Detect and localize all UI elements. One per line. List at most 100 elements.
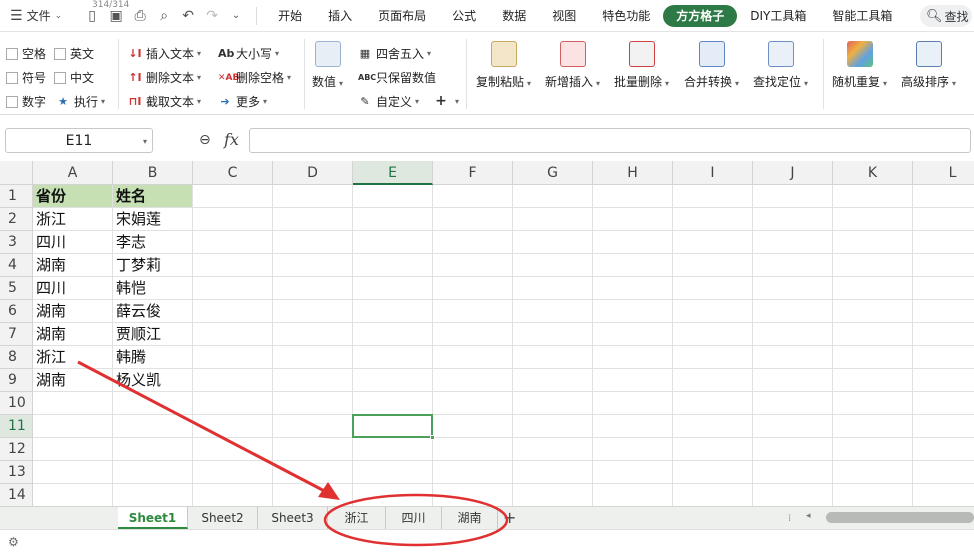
cell-l6[interactable] xyxy=(913,300,974,323)
cell-i3[interactable] xyxy=(673,231,753,254)
cell-h5[interactable] xyxy=(593,277,673,300)
cell-k9[interactable] xyxy=(833,369,913,392)
cell-c6[interactable] xyxy=(193,300,273,323)
cell-e6[interactable] xyxy=(353,300,433,323)
column-header-b[interactable]: B xyxy=(113,161,193,185)
cell-a9[interactable]: 湖南 xyxy=(33,369,113,392)
cell-b10[interactable] xyxy=(113,392,193,415)
cell-l11[interactable] xyxy=(913,415,974,438)
cell-f8[interactable] xyxy=(433,346,513,369)
cell-j3[interactable] xyxy=(753,231,833,254)
cell-h3[interactable] xyxy=(593,231,673,254)
cell-e7[interactable] xyxy=(353,323,433,346)
cell-f13[interactable] xyxy=(433,461,513,484)
cell-k11[interactable] xyxy=(833,415,913,438)
cell-e5[interactable] xyxy=(353,277,433,300)
cell-c3[interactable] xyxy=(193,231,273,254)
sheet-tab-6[interactable]: 湖南 xyxy=(442,507,498,529)
cell-c8[interactable] xyxy=(193,346,273,369)
cell-d3[interactable] xyxy=(273,231,353,254)
cell-l12[interactable] xyxy=(913,438,974,461)
cell-i5[interactable] xyxy=(673,277,753,300)
row-header-14[interactable]: 14 xyxy=(0,484,33,506)
execute-button[interactable]: ★ 执行 ▾ xyxy=(56,93,105,110)
round-button[interactable]: ▦ 四舍五入 ▾ xyxy=(358,45,431,62)
cell-j1[interactable] xyxy=(753,185,833,208)
name-box[interactable]: E11 ▾ xyxy=(5,128,153,153)
cell-h14[interactable] xyxy=(593,484,673,506)
fx-icon[interactable]: fx xyxy=(224,130,239,149)
check-symbol[interactable]: 符号 xyxy=(6,69,46,86)
cell-a1[interactable]: 省份 xyxy=(33,185,113,208)
check-chinese[interactable]: 中文 xyxy=(54,69,94,86)
cell-d6[interactable] xyxy=(273,300,353,323)
cell-a4[interactable]: 湖南 xyxy=(33,254,113,277)
cell-i13[interactable] xyxy=(673,461,753,484)
cell-j7[interactable] xyxy=(753,323,833,346)
cell-k6[interactable] xyxy=(833,300,913,323)
cell-i7[interactable] xyxy=(673,323,753,346)
cell-l14[interactable] xyxy=(913,484,974,506)
column-header-c[interactable]: C xyxy=(193,161,273,185)
cell-h12[interactable] xyxy=(593,438,673,461)
cell-c2[interactable] xyxy=(193,208,273,231)
cell-b5[interactable]: 韩恺 xyxy=(113,277,193,300)
search-box[interactable]: 🔍︎ 查找 xyxy=(920,5,972,27)
cell-l13[interactable] xyxy=(913,461,974,484)
column-header-d[interactable]: D xyxy=(273,161,353,185)
cell-h11[interactable] xyxy=(593,415,673,438)
cell-l7[interactable] xyxy=(913,323,974,346)
cell-i6[interactable] xyxy=(673,300,753,323)
sheet-tab-1[interactable]: Sheet1 xyxy=(118,507,188,529)
advanced-sort-button[interactable]: 高级排序 ▾ xyxy=(901,41,956,90)
cell-e14[interactable] xyxy=(353,484,433,506)
split-handle-icon[interactable]: ⁞ xyxy=(788,513,791,524)
cell-d2[interactable] xyxy=(273,208,353,231)
horizontal-scrollbar[interactable] xyxy=(826,512,974,523)
cell-h6[interactable] xyxy=(593,300,673,323)
cell-c12[interactable] xyxy=(193,438,273,461)
merge-convert-button[interactable]: 合并转换 ▾ xyxy=(684,41,739,90)
cell-c1[interactable] xyxy=(193,185,273,208)
row-header-1[interactable]: 1 xyxy=(0,185,33,208)
cell-f9[interactable] xyxy=(433,369,513,392)
cell-i12[interactable] xyxy=(673,438,753,461)
cell-c9[interactable] xyxy=(193,369,273,392)
cell-g11[interactable] xyxy=(513,415,593,438)
cell-j13[interactable] xyxy=(753,461,833,484)
cell-g2[interactable] xyxy=(513,208,593,231)
print-preview-icon[interactable]: ⌕ xyxy=(152,8,176,24)
cell-a13[interactable] xyxy=(33,461,113,484)
cell-j5[interactable] xyxy=(753,277,833,300)
cell-e2[interactable] xyxy=(353,208,433,231)
check-number[interactable]: 数字 xyxy=(6,93,46,110)
cell-f7[interactable] xyxy=(433,323,513,346)
cell-a10[interactable] xyxy=(33,392,113,415)
cell-b1[interactable]: 姓名 xyxy=(113,185,193,208)
cell-i11[interactable] xyxy=(673,415,753,438)
cell-b6[interactable]: 薛云俊 xyxy=(113,300,193,323)
cell-i14[interactable] xyxy=(673,484,753,506)
row-header-9[interactable]: 9 xyxy=(0,369,33,392)
cell-h7[interactable] xyxy=(593,323,673,346)
tab-diy-toolbox[interactable]: DIY工具箱 xyxy=(737,5,819,27)
cell-f1[interactable] xyxy=(433,185,513,208)
cell-h8[interactable] xyxy=(593,346,673,369)
cell-c11[interactable] xyxy=(193,415,273,438)
column-header-f[interactable]: F xyxy=(433,161,513,185)
cell-k13[interactable] xyxy=(833,461,913,484)
file-menu[interactable]: ☰ 文件 ⌄ xyxy=(10,0,62,32)
cell-a11[interactable] xyxy=(33,415,113,438)
cell-j12[interactable] xyxy=(753,438,833,461)
cell-h13[interactable] xyxy=(593,461,673,484)
random-repeat-button[interactable]: 随机重复 ▾ xyxy=(832,41,887,90)
cell-e13[interactable] xyxy=(353,461,433,484)
cell-l2[interactable] xyxy=(913,208,974,231)
row-header-8[interactable]: 8 xyxy=(0,346,33,369)
cell-g13[interactable] xyxy=(513,461,593,484)
delete-space-button[interactable]: ✕AB 删除空格 ▾ xyxy=(218,69,291,86)
sheet-tab-4[interactable]: 浙江 xyxy=(328,507,386,529)
row-header-12[interactable]: 12 xyxy=(0,438,33,461)
check-space[interactable]: 空格 xyxy=(6,45,46,62)
tab-data[interactable]: 数据 xyxy=(489,5,539,27)
